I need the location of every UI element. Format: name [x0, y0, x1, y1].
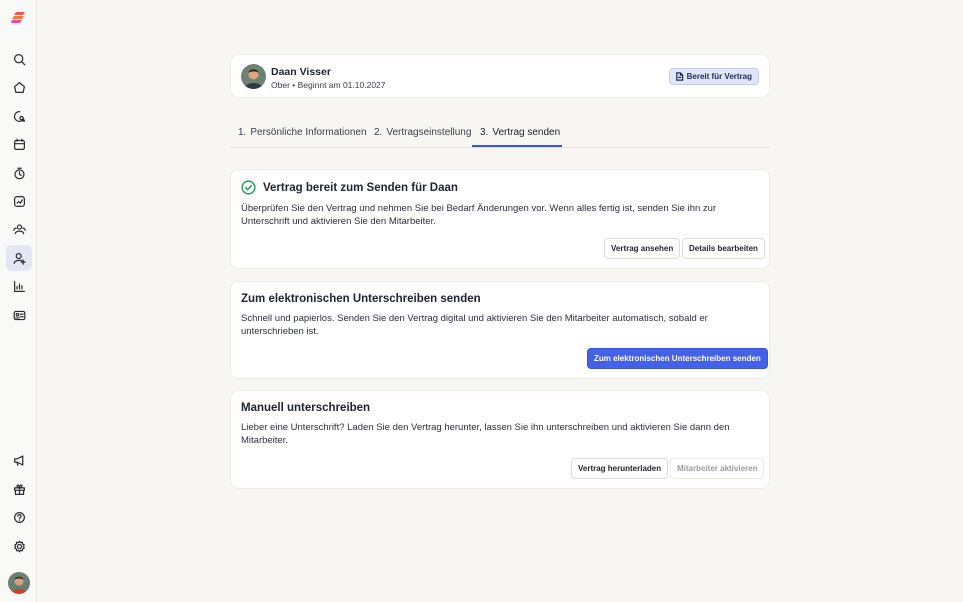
- send-esign-button[interactable]: Zum elektronischen Unterschreiben senden: [587, 348, 768, 369]
- sidebar: [0, 0, 37, 602]
- step-tabs: 1. Persönliche Informationen 2. Vertragsei…: [230, 120, 770, 148]
- tab-label: Persönliche Informationen: [250, 127, 367, 138]
- chat-search-icon[interactable]: [6, 103, 32, 129]
- manual-title: Manuell unterschreiben: [241, 402, 371, 414]
- esign-card: Zum elektronischen Unterschreiben senden…: [230, 281, 770, 379]
- clock-icon[interactable]: [6, 160, 32, 186]
- ready-description: Überprüfen Sie den Vertrag und nehmen Si…: [241, 203, 717, 227]
- tab-send-contract[interactable]: 3. Vertrag senden: [480, 127, 560, 138]
- contract-ready-card: Vertrag bereit zum Senden für Daan Überp…: [230, 169, 770, 269]
- settings-icon[interactable]: [6, 533, 32, 559]
- view-contract-button[interactable]: Vertrag ansehen: [604, 238, 681, 259]
- ready-title: Vertrag bereit zum Senden für Daan: [263, 182, 458, 194]
- employee-subtitle: Ober • Beginnt am 01.10.2027: [271, 80, 386, 90]
- search-icon[interactable]: [6, 46, 32, 72]
- tab-label: Vertrag senden: [492, 127, 561, 138]
- manual-description: Lieber eine Unterschrift? Laden Sie den …: [241, 422, 730, 446]
- document-icon: [675, 72, 683, 81]
- download-contract-button[interactable]: Vertrag herunterladen: [571, 458, 669, 479]
- tab-contract-settings[interactable]: 2. Vertragseinstellung: [374, 127, 471, 138]
- tab-number: 2.: [374, 127, 383, 138]
- edit-details-button[interactable]: Details bearbeiten: [682, 238, 765, 259]
- user-avatar[interactable]: [8, 572, 30, 594]
- employee-header-card: Daan Visser Ober • Beginnt am 01.10.2027…: [230, 54, 770, 98]
- megaphone-icon[interactable]: [6, 447, 32, 473]
- employee-name: Daan Visser: [271, 66, 331, 78]
- status-badge-label: Bereit für Vertrag: [686, 72, 752, 81]
- add-user-icon[interactable]: [6, 245, 32, 271]
- approve-icon[interactable]: [6, 188, 32, 214]
- manual-sign-card: Manuell unterschreiben Lieber eine Unter…: [230, 390, 770, 489]
- id-card-icon[interactable]: [6, 302, 32, 328]
- help-icon[interactable]: [6, 504, 32, 530]
- app-logo[interactable]: [11, 11, 26, 25]
- tab-number: 1.: [238, 127, 247, 138]
- status-badge: Bereit für Vertrag: [668, 68, 759, 85]
- tab-label: Vertragseinstellung: [386, 127, 472, 138]
- activate-employee-button[interactable]: Mitarbeiter aktivieren: [670, 458, 765, 479]
- gift-icon[interactable]: [6, 476, 32, 502]
- employee-avatar: [241, 64, 266, 89]
- esign-description: Schnell und papierlos. Senden Sie den Ve…: [241, 313, 708, 337]
- esign-title: Zum elektronischen Unterschreiben senden: [241, 293, 481, 305]
- check-circle-icon: [241, 180, 256, 195]
- tab-number: 3.: [480, 127, 489, 138]
- tab-personal-info[interactable]: 1. Persönliche Informationen: [238, 127, 367, 138]
- calendar-icon[interactable]: [6, 131, 32, 157]
- active-tab-indicator: [472, 145, 562, 147]
- team-icon[interactable]: [6, 216, 32, 242]
- home-icon[interactable]: [6, 74, 32, 100]
- chart-icon[interactable]: [6, 273, 32, 299]
